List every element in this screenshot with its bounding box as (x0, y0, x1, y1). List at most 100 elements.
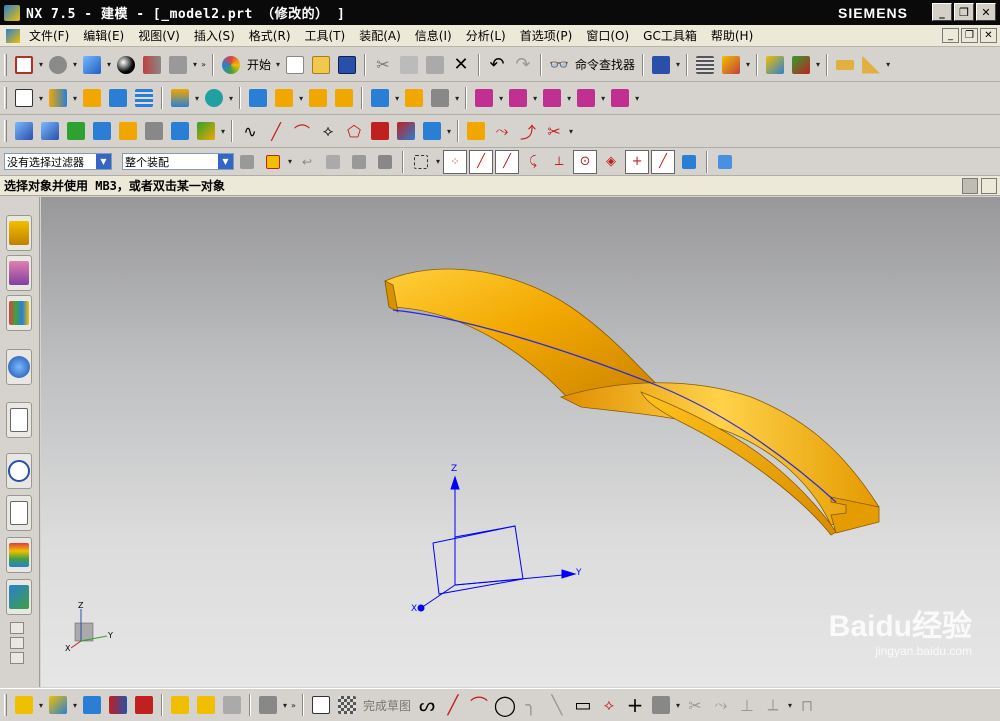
sketch-constraints-button[interactable]: ⟂ (761, 693, 785, 717)
sync-resize-button[interactable] (608, 86, 632, 110)
sketch-fillet-button[interactable]: ╮ (519, 693, 543, 717)
command-finder-button[interactable]: 命令查找器 (575, 56, 635, 73)
add-component-button[interactable] (12, 693, 36, 717)
menu-view[interactable]: 视图(V) (131, 27, 187, 44)
menu-tools[interactable]: 工具(T) (298, 27, 353, 44)
sew-button[interactable] (402, 86, 426, 110)
orient-button[interactable] (114, 53, 138, 77)
motion-button[interactable] (789, 53, 813, 77)
sketch-arc-button[interactable]: ⌒ (467, 693, 491, 717)
assembly-navigator-button[interactable] (256, 693, 280, 717)
toolbar-grip[interactable] (4, 53, 7, 76)
thread-button[interactable] (132, 86, 156, 110)
assembly-navigator-tab[interactable] (6, 215, 32, 251)
sketch-circle-button[interactable]: ◯ (493, 693, 517, 717)
trim-curve-button[interactable]: ✂ (542, 119, 566, 143)
menu-format[interactable]: 格式(R) (242, 27, 298, 44)
sketch-line-button[interactable]: ╱ (441, 693, 465, 717)
unite-button[interactable] (202, 86, 226, 110)
snap-quadrant-button[interactable]: ◈ (599, 150, 623, 174)
sequence-button[interactable] (194, 693, 218, 717)
section-curve-button[interactable]: ⤴ (516, 119, 540, 143)
sync-move-face-button[interactable] (472, 86, 496, 110)
extract-curve-button[interactable] (464, 119, 488, 143)
shell-button[interactable] (272, 86, 296, 110)
sketch-rectangle-button[interactable]: ▭ (571, 693, 595, 717)
render-style-button[interactable] (46, 53, 70, 77)
save-button[interactable] (335, 53, 359, 77)
arc-button[interactable]: ⌒ (290, 119, 314, 143)
snap-point-on-curve-button[interactable]: ╱ (651, 149, 676, 174)
wave-link-button[interactable] (220, 693, 244, 717)
flute-face-2[interactable] (559, 382, 880, 526)
history-tab[interactable] (6, 453, 32, 489)
finish-sketch-button[interactable]: 完成草图 (363, 697, 411, 714)
extrude-button[interactable] (46, 86, 70, 110)
toolbar-grip[interactable] (4, 694, 7, 716)
scroll-down-button[interactable] (10, 637, 24, 649)
nx-menu-icon[interactable] (6, 28, 20, 43)
move-component-button[interactable] (106, 693, 130, 717)
paste-button[interactable] (423, 53, 447, 77)
hide-button[interactable] (166, 53, 190, 77)
start-button[interactable]: 开始 (247, 56, 271, 73)
reuse-library-tab[interactable] (6, 295, 32, 331)
make-corner-button[interactable]: ⊥ (735, 693, 759, 717)
full-screen-icon[interactable] (981, 178, 997, 194)
scroll-up-button[interactable] (10, 622, 24, 634)
open-button[interactable] (309, 53, 333, 77)
close-button[interactable]: ✕ (976, 3, 996, 21)
snap-intersection-button[interactable]: ⟂ (547, 150, 571, 174)
draft-button[interactable] (246, 86, 270, 110)
bounding-point-button[interactable] (713, 150, 737, 174)
doc-close-button[interactable]: ✕ (980, 28, 997, 43)
hole-button[interactable] (80, 86, 104, 110)
web-browser-tab[interactable] (6, 349, 32, 385)
snap-on-curve-button[interactable]: ⤹ (521, 150, 545, 174)
line-button[interactable]: ╱ (264, 119, 288, 143)
edge-blend-button[interactable] (306, 86, 330, 110)
bounded-plane-button[interactable] (116, 119, 140, 143)
face-blend-button[interactable] (142, 119, 166, 143)
minimize-button[interactable]: _ (932, 3, 952, 21)
through-mesh-button[interactable] (38, 119, 62, 143)
sync-delete-face-button[interactable] (540, 86, 564, 110)
trimmed-sheet-button[interactable] (168, 119, 192, 143)
measure-distance-button[interactable] (833, 53, 857, 77)
sketch-button[interactable] (12, 86, 36, 110)
restore-button[interactable]: ❐ (954, 3, 974, 21)
menu-file[interactable]: 文件(F) (22, 27, 76, 44)
snap-endpoint-button[interactable]: ⁘ (443, 149, 468, 174)
offset-face-button[interactable] (368, 86, 392, 110)
sketch-point-button[interactable]: + (623, 693, 647, 717)
thicken-button[interactable] (194, 119, 218, 143)
rectangle-select-button[interactable] (409, 150, 433, 174)
menu-insert[interactable]: 插入(S) (187, 27, 242, 44)
chamfer-button[interactable] (332, 86, 356, 110)
polygon-button[interactable]: ⬠ (342, 119, 366, 143)
sketch-offset-button[interactable] (649, 693, 673, 717)
measure-angle-button[interactable] (859, 53, 883, 77)
profile-button[interactable]: ᔕ (415, 693, 439, 717)
delete-button[interactable]: ✕ (449, 53, 473, 77)
menu-assemblies[interactable]: 装配(A) (352, 27, 408, 44)
sketch-dimension-button[interactable]: ⊓ (795, 693, 819, 717)
status-grid-icon[interactable] (962, 178, 978, 194)
cut-button[interactable]: ✂ (371, 53, 395, 77)
menu-analysis[interactable]: 分析(L) (459, 27, 513, 44)
trim-body-button[interactable] (168, 86, 192, 110)
select-edge-button[interactable] (373, 150, 397, 174)
quick-extend-button[interactable]: ⤳ (709, 693, 733, 717)
copy-button[interactable] (397, 53, 421, 77)
snap-arc-center-button[interactable]: ⊙ (573, 149, 598, 174)
point-button[interactable]: ∿ (238, 119, 262, 143)
snap-midpoint-button[interactable]: ╱ (469, 149, 494, 174)
n-sided-button[interactable] (90, 119, 114, 143)
select-body-button[interactable] (321, 150, 345, 174)
selection-scope-select[interactable]: 整个装配 ▼ (122, 153, 234, 170)
undo-selection-button[interactable]: ↩ (295, 150, 319, 174)
finish-sketch-icon-button[interactable] (335, 693, 359, 717)
mate-component-button[interactable] (80, 693, 104, 717)
reposition-button[interactable] (132, 693, 156, 717)
redo-button[interactable]: ↷ (511, 53, 535, 77)
